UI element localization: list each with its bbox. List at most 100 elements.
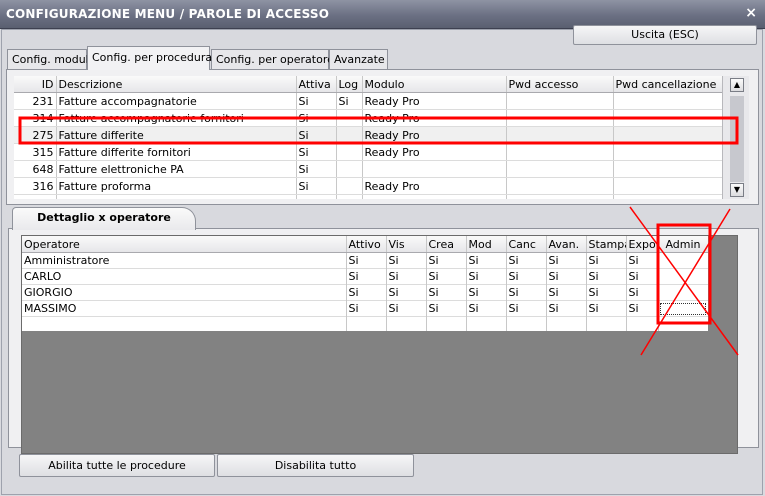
cell-attiva[interactable]: Si [296, 160, 337, 178]
cell-crea[interactable]: Si [426, 268, 467, 285]
cell-modulo[interactable]: Ready Pro [362, 126, 507, 144]
cell-attivo[interactable]: Si [346, 252, 387, 269]
cell-descrizione[interactable]: Fatture elettroniche PA [56, 160, 297, 178]
cell-mod[interactable]: Si [466, 252, 507, 269]
cell-log[interactable]: Si [336, 92, 363, 110]
cell-mod[interactable] [466, 316, 507, 331]
cell-avan[interactable]: Si [546, 284, 587, 301]
cell-vis[interactable]: Si [386, 284, 427, 301]
cell-stampa[interactable]: Si [586, 284, 627, 301]
cell-operatore[interactable]: CARLO [22, 268, 347, 285]
cell-operatore[interactable]: GIORGIO [22, 284, 347, 301]
cell-pwd-accesso[interactable] [506, 126, 614, 144]
col-header-attiva[interactable]: Attiva [296, 76, 337, 93]
cell-admin[interactable] [658, 268, 708, 285]
cell-id[interactable]: 315 [14, 143, 57, 161]
procedures-scrollbar[interactable]: ▲ ▼ [722, 76, 749, 199]
procedure-row[interactable]: 24FidelitySi Vendita al banco [14, 194, 722, 199]
cell-pwd-cancellazione[interactable] [613, 143, 722, 161]
cell-stampa[interactable] [586, 316, 627, 331]
cell-mod[interactable]: Si [466, 284, 507, 301]
col-header-admin[interactable]: Admin [658, 236, 708, 253]
cell-admin[interactable] [658, 300, 708, 317]
cell-id[interactable]: 275 [14, 126, 57, 144]
cell-admin[interactable] [658, 316, 708, 331]
col-header-id[interactable]: ID [14, 76, 57, 93]
col-header-avan[interactable]: Avan. [546, 236, 587, 253]
procedures-grid[interactable]: ID Descrizione Attiva Log Modulo Pwd acc… [14, 76, 722, 199]
cell-admin[interactable] [658, 252, 708, 269]
cell-attiva[interactable]: Si [296, 126, 337, 144]
operators-grid[interactable]: Operatore Attivo Vis Crea Mod Canc Avan.… [22, 236, 708, 331]
disable-all-button[interactable]: Disabilita tutto [217, 454, 414, 477]
cell-descrizione[interactable]: Fatture differite [56, 126, 297, 144]
col-header-descrizione[interactable]: Descrizione [56, 76, 297, 93]
cell-pwd-accesso[interactable] [506, 160, 614, 178]
cell-pwd-cancellazione[interactable] [613, 109, 722, 127]
operator-row-empty[interactable] [22, 316, 708, 331]
cell-vis[interactable] [386, 316, 427, 331]
cell-id[interactable]: 231 [14, 92, 57, 110]
close-icon[interactable]: × [745, 5, 757, 21]
col-header-operatore[interactable]: Operatore [22, 236, 347, 253]
procedure-row[interactable]: 231 Fatture accompagnatorie Si Si Ready Pro [14, 92, 722, 110]
cell-attiva[interactable]: Si [296, 109, 337, 127]
col-header-log[interactable]: Log [336, 76, 363, 93]
cell-attivo[interactable]: Si [346, 300, 387, 317]
cell-operatore[interactable]: MASSIMO [22, 300, 347, 317]
cell-pwd-accesso[interactable] [506, 109, 614, 127]
cell-crea[interactable]: Si [426, 300, 467, 317]
cell-descrizione[interactable]: Fatture proforma [56, 177, 297, 195]
cell-id[interactable]: 648 [14, 160, 57, 178]
exit-button[interactable]: Uscita (ESC) [573, 25, 757, 45]
col-header-pwd-cancellazione[interactable]: Pwd cancellazione [613, 76, 722, 93]
cell-modulo[interactable]: Vendita al banco [362, 194, 507, 199]
cell-pwd-accesso[interactable] [506, 92, 614, 110]
cell-stampa[interactable]: Si [586, 268, 627, 285]
procedure-row[interactable]: 314 Fatture accompagnatorie fornitori Si Re… [14, 109, 722, 127]
cell-descrizione[interactable]: Fatture accompagnatorie [56, 92, 297, 110]
cell-operatore[interactable]: Amministratore [22, 252, 347, 269]
tab-config-moduli[interactable]: Config. moduli [7, 49, 92, 69]
cell-descrizione[interactable]: Fatture differite fornitori [56, 143, 297, 161]
cell-pwd-cancellazione[interactable] [613, 92, 722, 110]
operator-row[interactable]: MASSIMO Si Si Si Si Si Si Si Si [22, 300, 708, 317]
cell-export[interactable]: Si [626, 268, 659, 285]
cell-avan[interactable] [546, 316, 587, 331]
cell-export[interactable] [626, 316, 659, 331]
cell-modulo[interactable]: Ready Pro [362, 177, 507, 195]
cell-export[interactable]: Si [626, 252, 659, 269]
col-header-pwd-accesso[interactable]: Pwd accesso [506, 76, 614, 93]
cell-attiva[interactable]: Si [296, 194, 337, 199]
cell-id[interactable]: 24 [14, 194, 57, 199]
cell-avan[interactable]: Si [546, 268, 587, 285]
scroll-up-icon[interactable]: ▲ [730, 78, 744, 92]
cell-canc[interactable]: Si [506, 252, 547, 269]
cell-stampa[interactable]: Si [586, 300, 627, 317]
cell-descrizione[interactable]: Fidelity [56, 194, 297, 199]
cell-modulo[interactable]: Ready Pro [362, 143, 507, 161]
cell-pwd-accesso[interactable] [506, 194, 614, 199]
col-header-export[interactable]: Export [626, 236, 659, 253]
col-header-mod[interactable]: Mod [466, 236, 507, 253]
cell-export[interactable]: Si [626, 300, 659, 317]
cell-pwd-cancellazione[interactable] [613, 194, 722, 199]
enable-all-procedures-button[interactable]: Abilita tutte le procedure [19, 454, 215, 477]
cell-avan[interactable]: Si [546, 252, 587, 269]
scroll-down-icon[interactable]: ▼ [730, 183, 744, 197]
cell-modulo[interactable]: Ready Pro [362, 109, 507, 127]
cell-export[interactable]: Si [626, 284, 659, 301]
cell-operatore[interactable] [22, 316, 347, 331]
scrollbar-thumb[interactable] [730, 96, 744, 182]
cell-log[interactable] [336, 126, 363, 144]
procedure-row[interactable]: 275 Fatture differite Si Ready Pro [14, 126, 722, 144]
tab-avanzate[interactable]: Avanzate [329, 49, 388, 69]
cell-pwd-cancellazione[interactable] [613, 126, 722, 144]
cell-vis[interactable]: Si [386, 300, 427, 317]
cell-admin[interactable] [658, 284, 708, 301]
col-header-modulo[interactable]: Modulo [362, 76, 507, 93]
cell-modulo[interactable] [362, 160, 507, 178]
col-header-vis[interactable]: Vis [386, 236, 427, 253]
cell-crea[interactable]: Si [426, 252, 467, 269]
cell-crea[interactable] [426, 316, 467, 331]
